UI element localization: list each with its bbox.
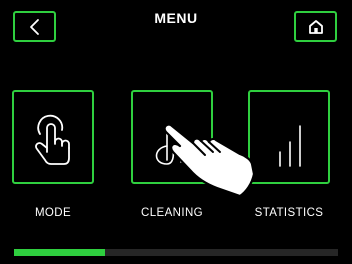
menu-item-cleaning-label: CLEANING xyxy=(141,207,203,219)
mode-tile[interactable] xyxy=(12,90,94,184)
touch-hand-icon xyxy=(35,114,70,165)
progress-bar xyxy=(14,249,338,256)
pointer-hand-icon xyxy=(163,123,256,198)
menu-item-statistics-label: STATISTICS xyxy=(254,207,324,219)
progress-fill xyxy=(14,249,105,256)
home-icon xyxy=(308,19,323,34)
home-button[interactable] xyxy=(294,11,337,42)
menu-item-mode-label: MODE xyxy=(34,207,72,219)
